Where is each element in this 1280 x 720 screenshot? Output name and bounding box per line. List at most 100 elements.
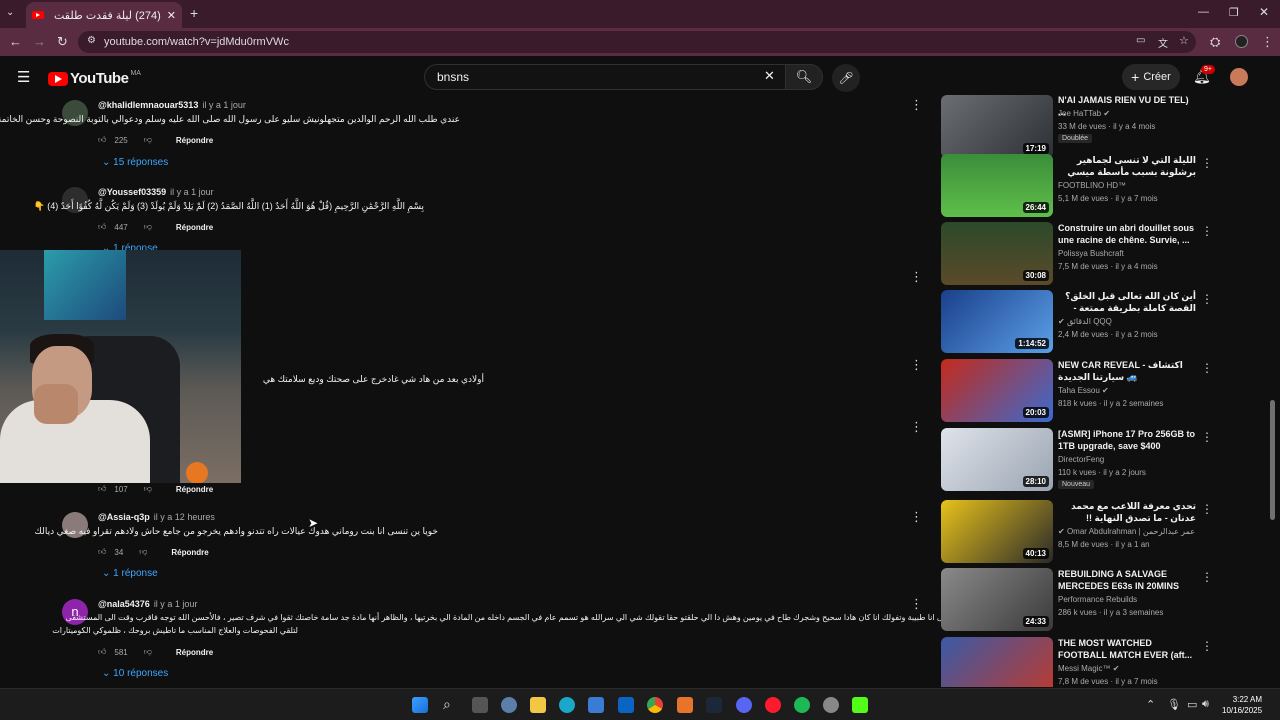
video-channel[interactable]: Polissya Bushcraft <box>1058 249 1124 258</box>
taskbar-search-icon[interactable]: ⌕ <box>443 696 451 713</box>
video-thumbnail[interactable]: 30:08 <box>941 222 1053 285</box>
video-menu-icon[interactable]: ⋮ <box>1201 156 1213 170</box>
comment-menu-icon[interactable]: ⋮ <box>910 269 923 285</box>
vlc-icon[interactable] <box>677 697 693 713</box>
comment-menu-icon[interactable]: ⋮ <box>910 357 923 373</box>
profile-icon[interactable] <box>1235 35 1248 48</box>
video-title[interactable]: الليلة التي لا تنسى لجماهير برشلونة بسبب… <box>1058 154 1196 179</box>
task-view-icon[interactable] <box>472 697 488 713</box>
video-thumbnail[interactable] <box>941 637 1053 687</box>
reply-button[interactable]: Répondre <box>176 136 213 145</box>
view-replies-button[interactable]: ⌄ 1 réponse <box>102 568 158 579</box>
recommended-video[interactable]: 28:10 [ASMR] iPhone 17 Pro 256GB to 1TB … <box>941 428 1213 492</box>
discord-icon[interactable] <box>736 697 752 713</box>
kick-icon[interactable] <box>852 697 868 713</box>
video-thumbnail[interactable]: 28:10 <box>941 428 1053 491</box>
close-window-button[interactable]: ✕ <box>1259 5 1269 19</box>
cast-icon[interactable]: ▭ <box>1136 35 1145 46</box>
video-title[interactable]: أين كان الله تعالى قبل الخلق؟ القصة كامل… <box>1058 290 1196 315</box>
video-title[interactable]: تحدي معرفة اللاعب مع محمد عدنان - ما تصد… <box>1058 500 1196 524</box>
comment-menu-icon[interactable]: ⋮ <box>910 419 923 435</box>
dislike-icon[interactable]: 👎︎ <box>139 547 147 557</box>
video-menu-icon[interactable]: ⋮ <box>1201 224 1213 238</box>
edge-icon[interactable] <box>559 697 575 713</box>
tab-search-icon[interactable]: ⌄ <box>6 7 14 18</box>
video-channel[interactable]: Messi Magic™ ✔ <box>1058 664 1119 673</box>
like-icon[interactable]: 👍︎ <box>98 135 106 145</box>
video-thumbnail[interactable]: 24:33 <box>941 568 1053 631</box>
view-replies-button[interactable]: ⌄ 15 réponses <box>102 157 168 168</box>
recommended-video[interactable]: THE MOST WATCHED FOOTBALL MATCH EVER (af… <box>941 637 1213 687</box>
minimize-button[interactable]: — <box>1198 6 1209 18</box>
video-channel[interactable]: DirectorFeng <box>1058 455 1104 464</box>
outlook-icon[interactable] <box>618 697 634 713</box>
tray-network-icon[interactable]: ▭ <box>1187 698 1197 711</box>
video-channel[interactable]: Joe HaTTab ✔ <box>1058 109 1110 118</box>
tray-volume-icon[interactable]: 🔊︎ <box>1202 698 1209 711</box>
like-icon[interactable]: 👍︎ <box>98 484 106 494</box>
view-replies-button[interactable]: ⌄ 10 réponses <box>102 668 168 679</box>
extensions-icon[interactable]: ⛭ <box>1210 34 1220 50</box>
recommended-video[interactable]: 1:14:52 أين كان الله تعالى قبل الخلق؟ ال… <box>941 290 1213 354</box>
like-icon[interactable]: 👍︎ <box>98 647 106 657</box>
video-channel[interactable]: Taha Essou ✔ <box>1058 386 1109 395</box>
comment-menu-icon[interactable]: ⋮ <box>910 97 923 113</box>
dislike-icon[interactable]: 👎︎ <box>144 484 152 494</box>
recommended-video[interactable]: 24:33 REBUILDING A SALVAGE MERCEDES E63s… <box>941 568 1213 632</box>
chrome-icon[interactable] <box>647 697 663 713</box>
reply-button[interactable]: Répondre <box>176 485 213 494</box>
video-title[interactable]: [ASMR] iPhone 17 Pro 256GB to 1TB upgrad… <box>1058 428 1196 452</box>
video-menu-icon[interactable]: ⋮ <box>1201 570 1213 584</box>
recommended-video[interactable]: 40:13 تحدي معرفة اللاعب مع محمد عدنان - … <box>941 500 1213 564</box>
start-menu-icon[interactable] <box>412 697 428 713</box>
video-title[interactable]: REBUILDING A SALVAGE MERCEDES E63s IN 20… <box>1058 568 1196 592</box>
video-thumbnail[interactable]: 26:44 <box>941 154 1053 217</box>
recommended-video[interactable]: 26:44 الليلة التي لا تنسى لجماهير برشلون… <box>941 154 1213 218</box>
comment-time[interactable]: il y a 1 jour <box>170 187 214 197</box>
recommended-video[interactable]: 20:03 NEW CAR REVEAL - اكتشاف سيارتنا ال… <box>941 359 1213 423</box>
comment-handle[interactable]: @khalidlemnaouar5313 <box>98 100 198 110</box>
comment-time[interactable]: il y a 1 jour <box>154 599 198 609</box>
reply-button[interactable]: Répondre <box>176 223 213 232</box>
app-icon[interactable] <box>823 697 839 713</box>
voice-search-button[interactable]: 🎤︎ <box>832 64 860 92</box>
video-thumbnail[interactable]: 17:19 <box>941 95 1053 158</box>
dislike-icon[interactable]: 👎︎ <box>144 135 152 145</box>
video-menu-icon[interactable]: ⋮ <box>1201 639 1213 653</box>
video-thumbnail[interactable]: 40:13 <box>941 500 1053 563</box>
tray-mic-icon[interactable]: 🎙︎ <box>1167 698 1181 711</box>
reply-button[interactable]: Répondre <box>176 648 213 657</box>
dislike-icon[interactable]: 👎︎ <box>144 647 152 657</box>
video-title[interactable]: NEW CAR REVEAL - اكتشاف سيارتنا الجديدة … <box>1058 359 1196 383</box>
taskbar-clock[interactable]: 3:22 AM 10/16/2025 <box>1222 694 1262 716</box>
settings-icon[interactable] <box>501 697 517 713</box>
video-menu-icon[interactable]: ⋮ <box>1201 361 1213 375</box>
create-button[interactable]: + Créer <box>1122 64 1180 90</box>
video-channel[interactable]: Performance Rebuilds <box>1058 595 1137 604</box>
video-channel[interactable]: FOOTBLINO HD™ <box>1058 181 1126 190</box>
comment-time[interactable]: il y a 1 jour <box>202 100 246 110</box>
video-menu-icon[interactable]: ⋮ <box>1201 292 1213 306</box>
steam-icon[interactable] <box>706 697 722 713</box>
browser-tab[interactable]: (274) ليلة فقدت طلقت ليخور ✕ <box>26 2 182 28</box>
video-thumbnail[interactable]: 1:14:52 <box>941 290 1053 353</box>
recommended-video[interactable]: 17:19 N'AI JAMAIS RIEN VU DE TEL) ... Jo… <box>941 95 1213 159</box>
close-tab-icon[interactable]: ✕ <box>167 9 176 22</box>
video-title[interactable]: THE MOST WATCHED FOOTBALL MATCH EVER (af… <box>1058 637 1196 661</box>
search-button[interactable]: 🔍︎ <box>785 64 823 90</box>
comment-time[interactable]: il y a 12 heures <box>154 512 215 522</box>
video-menu-icon[interactable]: ⋮ <box>1201 502 1213 516</box>
video-title[interactable]: Construire un abri douillet sous une rac… <box>1058 222 1196 246</box>
comment-menu-icon[interactable]: ⋮ <box>910 596 923 612</box>
comment-menu-icon[interactable]: ⋮ <box>910 509 923 525</box>
page-scrollbar[interactable] <box>1270 400 1275 520</box>
store-icon[interactable] <box>588 697 604 713</box>
video-channel[interactable]: ✔ الدقائق QQQ <box>1058 317 1112 326</box>
dislike-icon[interactable]: 👎︎ <box>144 222 152 232</box>
video-channel[interactable]: ✔ Omar Abdulrahman | عمر عبدالرحمن <box>1058 527 1195 536</box>
reload-icon[interactable]: ↻ <box>57 34 68 50</box>
clear-search-icon[interactable]: ✕ <box>764 68 775 84</box>
restore-button[interactable]: ❐ <box>1229 6 1239 19</box>
translate-icon[interactable]: 文 <box>1158 35 1168 50</box>
tray-chevron-icon[interactable]: ⌃ <box>1146 698 1155 711</box>
